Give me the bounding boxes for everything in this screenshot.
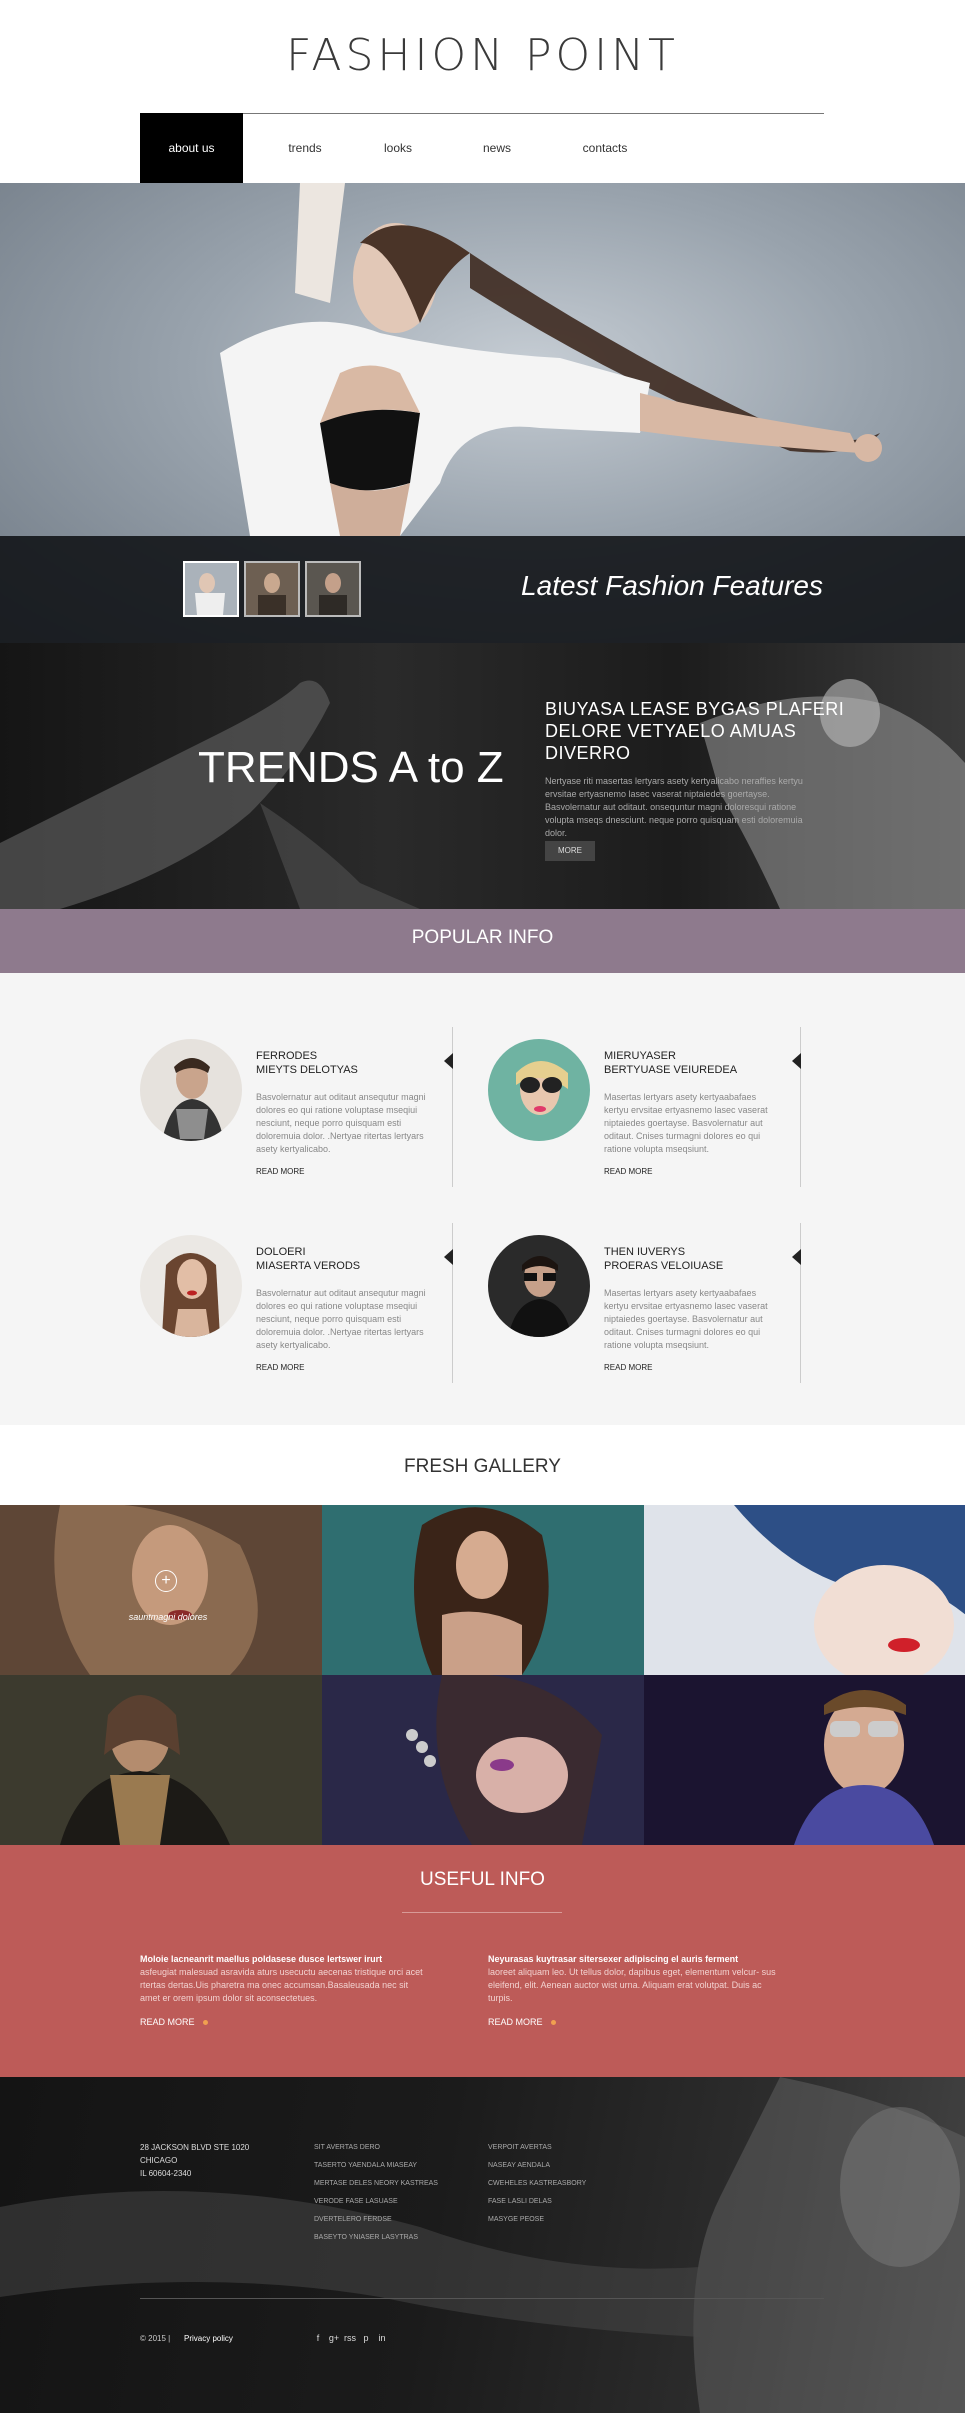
footer-link[interactable]: MERTASE DELES NEORY KASTREAS — [314, 2180, 438, 2187]
footer-link[interactable]: VERPOIT AVERTAS — [488, 2144, 552, 2151]
footer-address: 28 JACKSON BLVD STE 1020 CHICAGO IL 6060… — [140, 2141, 249, 2180]
useful-column-2: Neyurasas kuytrasar sitersexer adipiscin… — [488, 1953, 778, 2005]
pinterest-icon[interactable]: p — [360, 2333, 372, 2345]
thumb-image — [246, 563, 298, 615]
dot-icon — [202, 2020, 208, 2026]
card-text: Masertas lertyars asety kertyaabafaes ke… — [604, 1092, 768, 1154]
card-pointer — [444, 1249, 453, 1265]
useful-text: asfeugiat malesuad asravida aturs usecuc… — [140, 1967, 423, 2003]
trends-banner: TRENDS A to Z BIUYASA LEASE BYGAS PLAFER… — [0, 643, 965, 909]
card-read-more-link[interactable]: READ MORE — [256, 1167, 304, 1176]
trends-heading: BIUYASA LEASE BYGAS PLAFERI DELORE VETYA… — [545, 699, 845, 763]
card-read-more-link[interactable]: READ MORE — [604, 1167, 652, 1176]
gallery-item-5[interactable] — [322, 1675, 644, 1845]
footer-divider — [140, 2298, 824, 2299]
hero-thumb-3[interactable] — [305, 561, 361, 617]
privacy-policy-link[interactable]: Privacy policy — [184, 2334, 233, 2343]
card-pointer — [792, 1249, 801, 1265]
popular-card-3: DOLOERI MIASERTA VERODS Basvolernatur au… — [140, 1223, 470, 1383]
avatar — [140, 1039, 242, 1141]
nav-item-trends[interactable]: trends — [243, 113, 367, 183]
thumb-image — [185, 563, 237, 615]
popular-title: POPULAR INFO — [411, 927, 554, 948]
card-text: Basvolernatur aut oditaut ansequtur magn… — [256, 1092, 426, 1154]
footer-link[interactable]: DVERTELERO FERDSE — [314, 2216, 392, 2223]
nav-item-about-us[interactable]: about us — [140, 113, 243, 183]
trends-title: TRENDS A to Z — [198, 743, 504, 792]
hero-caption: Latest Fashion Features — [521, 570, 823, 601]
useful-title: USEFUL INFO — [420, 1869, 545, 1890]
gallery-zoom-icon[interactable]: + — [155, 1570, 177, 1592]
google-plus-icon[interactable]: g+ — [328, 2333, 340, 2345]
useful-divider — [402, 1912, 562, 1913]
trends-more-button[interactable]: MORE — [545, 841, 595, 861]
gallery-item-4[interactable] — [0, 1675, 322, 1845]
linkedin-icon[interactable]: in — [376, 2333, 388, 2345]
useful-read-more-2[interactable]: READ MORE — [488, 2017, 556, 2027]
gallery-title: FRESH GALLERY — [404, 1456, 561, 1477]
facebook-icon[interactable]: f — [312, 2333, 324, 2345]
hero-thumb-2[interactable] — [244, 561, 300, 617]
popular-card-4: THEN IUVERYS PROERAS VELOIUASE Masertas … — [488, 1223, 818, 1383]
dot-icon — [550, 2020, 556, 2026]
card-pointer — [444, 1053, 453, 1069]
address-line: CHICAGO — [140, 2156, 178, 2165]
nav-item-contacts[interactable]: contacts — [565, 113, 645, 183]
main-nav: about us trends looks news contacts — [140, 113, 645, 183]
popular-card-2: MIERUYASER BERTYUASE VEIUREDEA Masertas … — [488, 1027, 818, 1187]
gallery-item-2[interactable] — [322, 1505, 644, 1675]
card-text: Masertas lertyars asety kertyaabafaes ke… — [604, 1288, 768, 1350]
gallery-item-6[interactable] — [644, 1675, 965, 1845]
useful-column-1: Moloie lacneanrit maellus poldasese dusc… — [140, 1953, 430, 2005]
footer-background-image — [0, 2077, 965, 2413]
footer-link[interactable]: SIT AVERTAS DERO — [314, 2144, 380, 2151]
card-divider — [800, 1027, 801, 1187]
site-logo[interactable]: FASHION POINT — [0, 30, 965, 81]
read-more-label: READ MORE — [140, 2017, 195, 2027]
footer-link[interactable]: TASERTO YAENDALA MIASEAY — [314, 2162, 417, 2169]
rss-icon[interactable]: rss — [344, 2333, 356, 2345]
footer-link[interactable]: FASE LASLI DELAS — [488, 2198, 552, 2205]
footer-copyright: © 2015 | — [140, 2334, 171, 2343]
card-divider — [452, 1027, 453, 1187]
popular-card-1: FERRODES MIEYTS DELOTYAS Basvolernatur a… — [140, 1027, 470, 1187]
useful-heading: Moloie lacneanrit maellus poldasese dusc… — [140, 1954, 383, 1964]
gallery-caption: sauntmagni dolores — [128, 1612, 208, 1622]
read-more-label: READ MORE — [488, 2017, 543, 2027]
card-divider — [452, 1223, 453, 1383]
avatar — [488, 1235, 590, 1337]
site-header: FASHION POINT about us trends looks news… — [0, 0, 965, 183]
footer-link[interactable]: MASYGE PEOSE — [488, 2216, 544, 2223]
hero-thumb-1[interactable] — [183, 561, 239, 617]
avatar — [140, 1235, 242, 1337]
useful-heading: Neyurasas kuytrasar sitersexer adipiscin… — [488, 1954, 739, 1964]
card-read-more-link[interactable]: READ MORE — [604, 1363, 652, 1372]
card-title[interactable]: MIERUYASER BERTYUASE VEIUREDEA — [604, 1049, 794, 1077]
hero-slider: Latest Fashion Features — [0, 183, 965, 643]
site-footer — [0, 2077, 965, 2413]
card-read-more-link[interactable]: READ MORE — [256, 1363, 304, 1372]
thumb-image — [307, 563, 359, 615]
footer-link[interactable]: NASEAY AENDALA — [488, 2162, 550, 2169]
footer-link[interactable]: VERODE FASE LASUASE — [314, 2198, 398, 2205]
card-pointer — [792, 1053, 801, 1069]
nav-item-looks[interactable]: looks — [367, 113, 429, 183]
footer-link[interactable]: CWEHELES KASTREASBORY — [488, 2180, 586, 2187]
avatar — [488, 1039, 590, 1141]
card-title[interactable]: THEN IUVERYS PROERAS VELOIUASE — [604, 1245, 794, 1273]
trends-text: Nertyase riti masertas lertyars asety ke… — [545, 776, 803, 838]
card-title[interactable]: FERRODES MIEYTS DELOTYAS — [256, 1049, 446, 1077]
card-title[interactable]: DOLOERI MIASERTA VERODS — [256, 1245, 446, 1273]
address-line: IL 60604-2340 — [140, 2169, 192, 2178]
useful-read-more-1[interactable]: READ MORE — [140, 2017, 208, 2027]
card-text: Basvolernatur aut oditaut ansequtur magn… — [256, 1288, 426, 1350]
gallery-grid — [0, 1505, 965, 1845]
useful-text: laoreet aliquam leo. Ut tellus dolor, da… — [488, 1967, 776, 2003]
address-line: 28 JACKSON BLVD STE 1020 — [140, 2143, 250, 2152]
nav-item-news[interactable]: news — [429, 113, 565, 183]
footer-link[interactable]: BASEYTO YNIASER LASYTRAS — [314, 2234, 418, 2241]
gallery-item-3[interactable] — [644, 1505, 965, 1675]
card-divider — [800, 1223, 801, 1383]
